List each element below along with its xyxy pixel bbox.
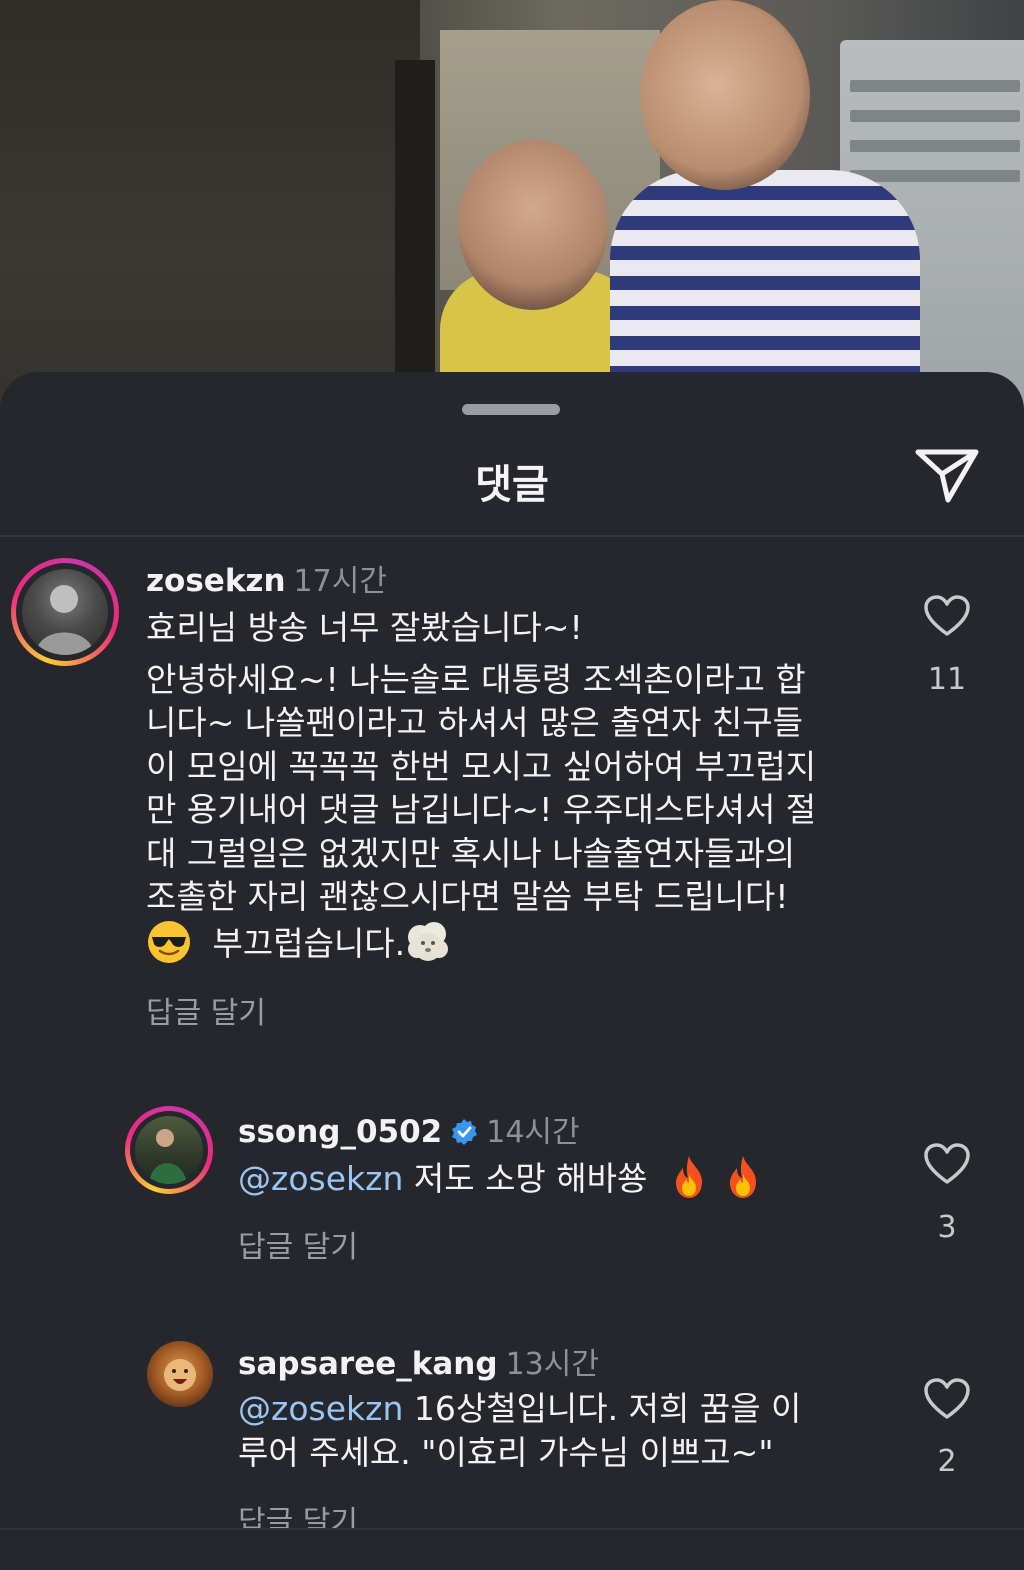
- video-pillar: [395, 60, 435, 420]
- heart-icon[interactable]: [923, 1142, 971, 1186]
- avatar[interactable]: [11, 558, 119, 666]
- avatar[interactable]: [147, 1341, 213, 1407]
- header-divider: [0, 535, 1024, 537]
- sheet-grabber[interactable]: [462, 404, 560, 415]
- heart-icon[interactable]: [923, 1377, 971, 1421]
- reply-button[interactable]: 답글 달기: [146, 988, 266, 1032]
- video-person-left-head: [458, 140, 608, 310]
- video-wall: [0, 0, 420, 420]
- avatar[interactable]: [125, 1106, 213, 1194]
- video-person-right-head: [640, 0, 810, 190]
- reply-button[interactable]: 답글 달기: [238, 1222, 358, 1266]
- mention-link[interactable]: @zosekzn: [238, 1389, 403, 1428]
- sheet-title: 댓글: [475, 462, 549, 508]
- video-background: [0, 0, 1024, 420]
- heart-icon[interactable]: [923, 594, 971, 638]
- paper-plane-icon[interactable]: [912, 444, 982, 506]
- bottom-divider: [0, 1528, 1024, 1570]
- mention-link[interactable]: @zosekzn: [238, 1159, 403, 1198]
